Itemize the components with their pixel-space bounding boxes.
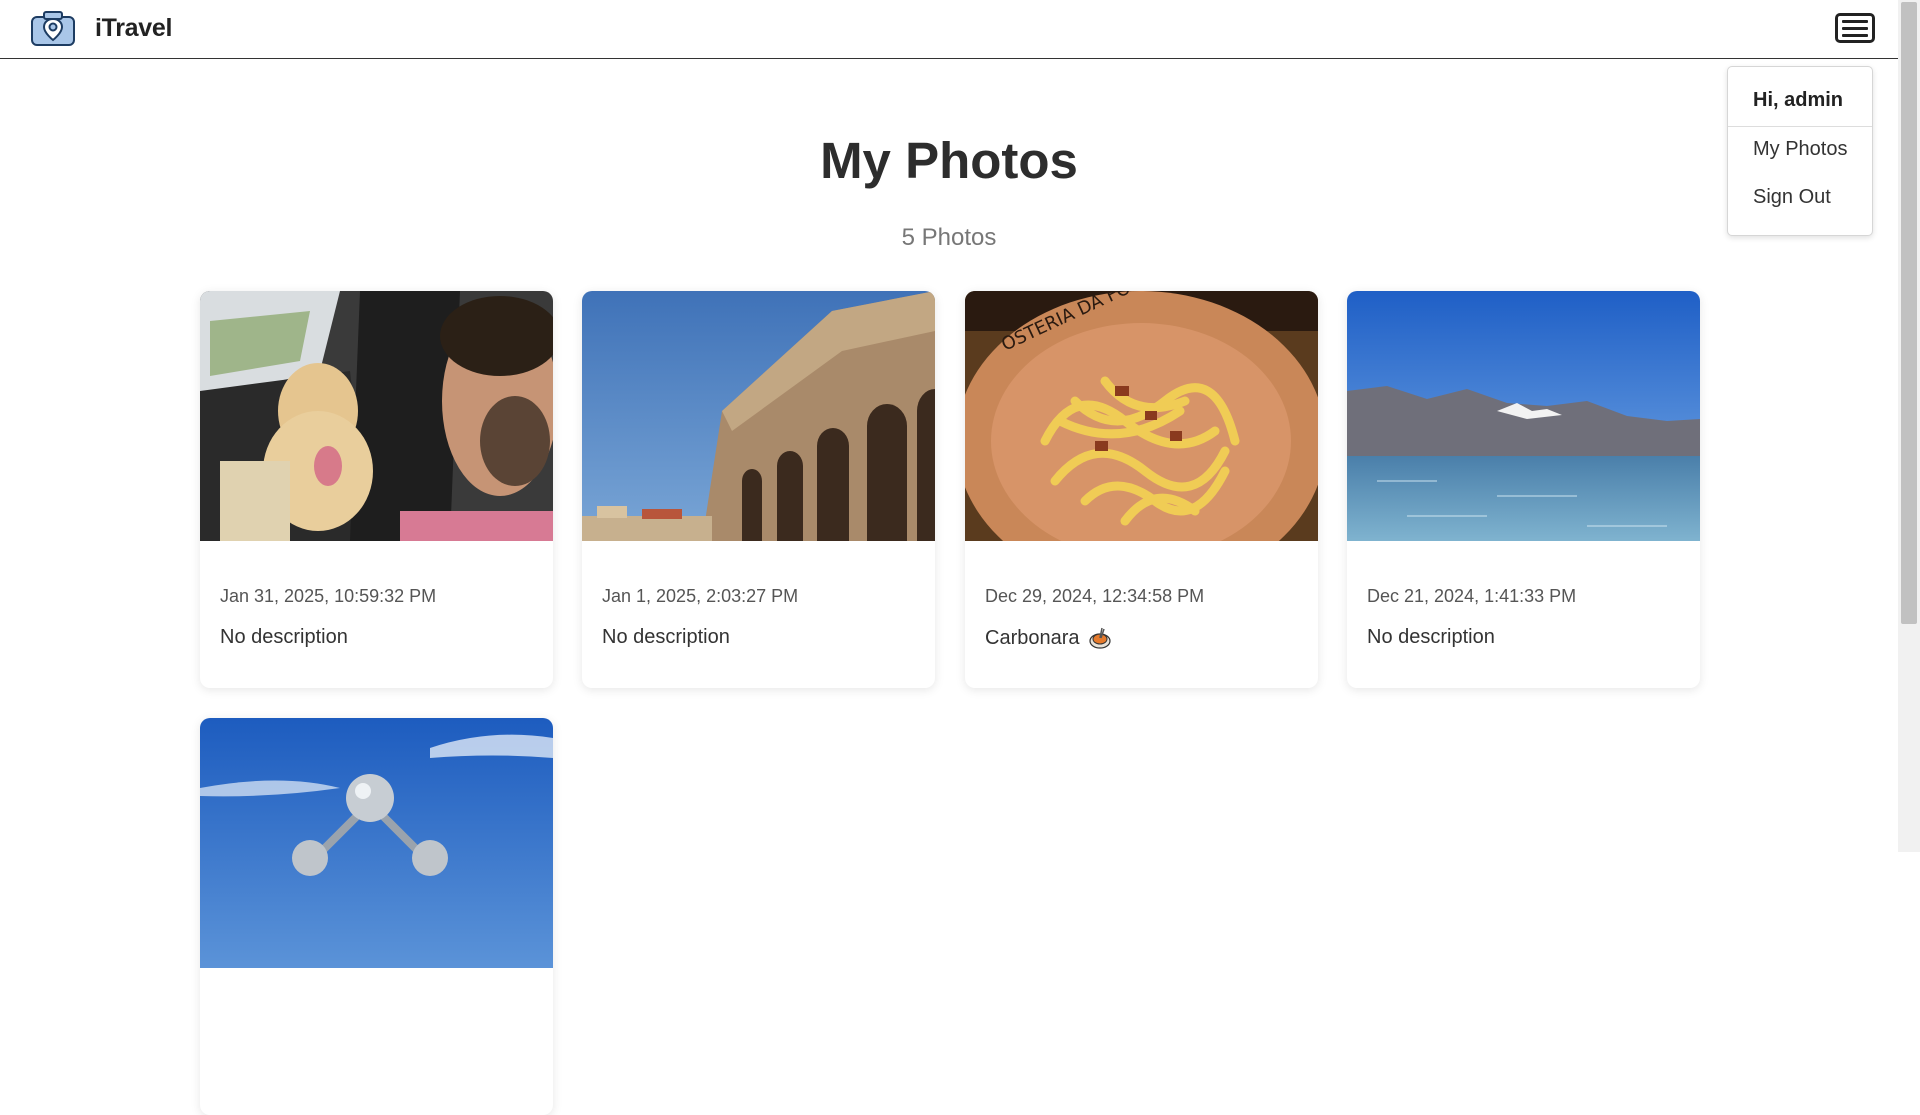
camera-location-icon: [31, 11, 75, 46]
photo-card[interactable]: [200, 718, 553, 1115]
photo-description: No description: [220, 626, 348, 649]
photo-description: No description: [1367, 626, 1495, 649]
photo-card[interactable]: Dec 21, 2024, 1:41:33 PM No description: [1347, 291, 1700, 688]
photo-date: Jan 31, 2025, 10:59:32 PM: [220, 586, 437, 606]
photo-card[interactable]: OSTERIA DA FORTUNATA Dec 29, 2024, 12:34…: [965, 291, 1318, 688]
user-greeting: Hi, admin: [1728, 67, 1872, 127]
menu-item-my-photos[interactable]: My Photos: [1728, 127, 1872, 175]
photo-date: Jan 1, 2025, 2:03:27 PM: [602, 586, 799, 606]
photo-count: 5 Photos: [901, 224, 997, 251]
scrollbar-thumb[interactable]: [1901, 2, 1917, 624]
page-scrollbar[interactable]: [1898, 0, 1920, 852]
photo-date: Dec 29, 2024, 12:34:58 PM: [985, 586, 1205, 606]
photo-description-text: No description: [602, 626, 730, 648]
photo-thumbnail: OSTERIA DA FORTUNATA: [965, 291, 1318, 541]
user-dropdown-menu: Hi, admin My Photos Sign Out: [1727, 66, 1873, 236]
app-name: iTravel: [95, 13, 173, 42]
photo-description-text: No description: [220, 626, 348, 648]
top-navbar: iTravel: [0, 0, 1898, 59]
photo-thumbnail: [200, 718, 553, 968]
hamburger-menu-button[interactable]: [1835, 13, 1875, 43]
photo-description-text: No description: [1367, 626, 1495, 648]
spaghetti-emoji-icon: [1088, 627, 1111, 649]
hamburger-menu-icon: [1842, 19, 1868, 23]
photo-description-text: Carbonara: [985, 626, 1080, 649]
photo-description: No description: [602, 626, 730, 649]
brand[interactable]: iTravel: [30, 9, 172, 47]
photo-card[interactable]: Jan 1, 2025, 2:03:27 PM No description: [582, 291, 935, 688]
photo-card[interactable]: Jan 31, 2025, 10:59:32 PM No description: [200, 291, 553, 688]
photo-date: Dec 21, 2024, 1:41:33 PM: [1367, 586, 1577, 606]
photo-thumbnail: [582, 291, 935, 541]
photo-description: Carbonara: [985, 626, 1112, 650]
photo-thumbnail: [1347, 291, 1700, 541]
menu-item-sign-out[interactable]: Sign Out: [1728, 175, 1872, 223]
photo-thumbnail: [200, 291, 553, 541]
page-title: My Photos: [820, 132, 1078, 189]
